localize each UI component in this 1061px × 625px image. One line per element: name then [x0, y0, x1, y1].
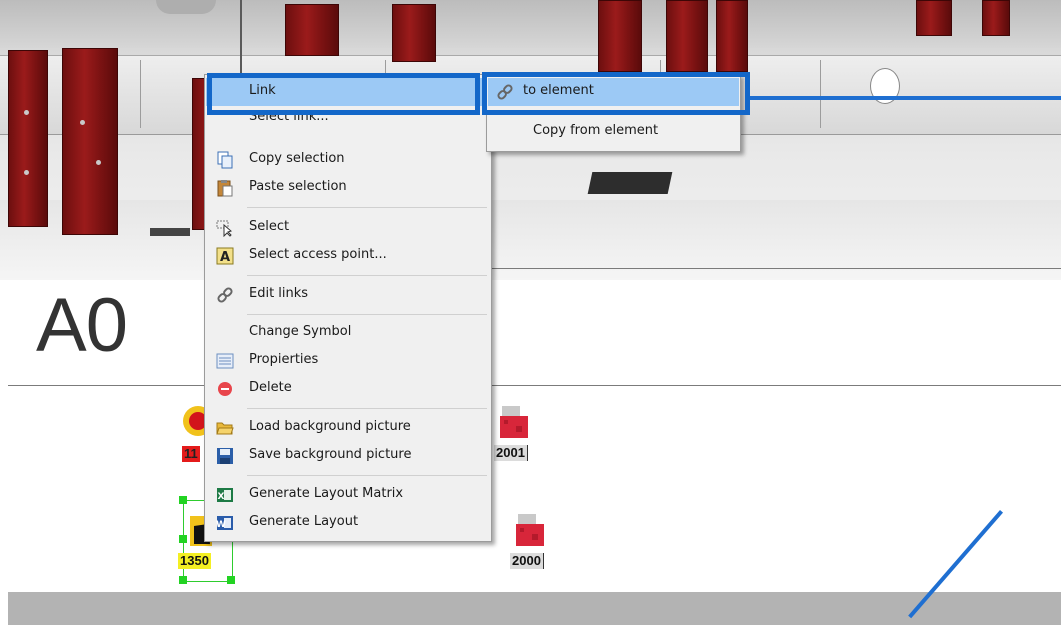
red-module	[716, 0, 748, 72]
menu-item-select[interactable]: Select	[206, 214, 490, 242]
context-menu: Link Select link... Copy selection Paste…	[204, 74, 492, 542]
folder-open-icon	[216, 419, 234, 437]
red-module	[598, 0, 642, 72]
menu-item-save-background[interactable]: Save background picture	[206, 442, 490, 470]
menu-separator	[247, 475, 487, 476]
annotation-line	[745, 96, 1061, 100]
menu-item-paste-selection[interactable]: Paste selection	[206, 174, 490, 202]
menu-item-select-access-point[interactable]: A Select access point...	[206, 242, 490, 270]
svg-text:A: A	[220, 250, 230, 265]
access-point-icon: A	[216, 247, 234, 265]
menu-item-label: Delete	[249, 380, 292, 395]
panel-seam	[140, 60, 141, 128]
menu-item-edit-links[interactable]: Edit links	[206, 281, 490, 309]
bolt	[24, 110, 29, 115]
divider-line	[8, 385, 1061, 386]
bolt	[80, 120, 85, 125]
word-icon: W	[216, 514, 234, 532]
delete-icon	[216, 380, 234, 398]
save-icon	[216, 447, 234, 465]
machine-foot	[587, 172, 673, 194]
link-chain-icon	[216, 286, 234, 304]
bolt	[96, 160, 101, 165]
red-module	[8, 50, 48, 227]
menu-item-change-symbol[interactable]: Change Symbol	[206, 319, 490, 347]
panel-seam	[820, 60, 821, 128]
menu-item-properties[interactable]: Propierties	[206, 347, 490, 375]
menu-item-label: Generate Layout	[249, 514, 359, 529]
device-tag: 11	[182, 446, 200, 462]
menu-item-label: Copy from element	[533, 123, 659, 138]
menu-separator	[247, 314, 487, 315]
submenu-item-copy-from-element[interactable]: Copy from element	[488, 118, 739, 146]
device-tag: 1350	[178, 553, 211, 569]
annotation-box	[482, 72, 750, 115]
red-module	[666, 0, 708, 72]
excel-icon: X	[216, 486, 234, 504]
menu-item-label: Change Symbol	[249, 324, 352, 339]
resize-handle[interactable]	[179, 576, 187, 584]
area-label: A0	[36, 283, 128, 368]
menu-item-label: Save background picture	[249, 447, 412, 462]
properties-icon	[216, 352, 234, 370]
light-fixture	[156, 0, 216, 14]
resize-handle[interactable]	[179, 535, 187, 543]
menu-item-label: Paste selection	[249, 179, 347, 194]
red-module	[982, 0, 1010, 36]
menu-item-copy-selection[interactable]: Copy selection	[206, 146, 490, 174]
menu-separator	[247, 408, 487, 409]
machine-foot	[150, 228, 190, 236]
red-module	[392, 4, 436, 62]
paste-icon	[216, 179, 234, 197]
contactor-icon[interactable]	[514, 512, 548, 546]
menu-item-label: Edit links	[249, 286, 309, 301]
resize-handle[interactable]	[179, 496, 187, 504]
status-bar	[8, 592, 1061, 625]
menu-separator	[247, 207, 487, 208]
device-tag: 2000	[510, 553, 544, 569]
menu-item-label: Select access point...	[249, 247, 387, 262]
resize-handle[interactable]	[227, 576, 235, 584]
svg-text:X: X	[218, 492, 225, 502]
menu-item-label: Load background picture	[249, 419, 411, 434]
menu-item-label: Select	[249, 219, 290, 234]
menu-item-delete[interactable]: Delete	[206, 375, 490, 403]
svg-text:W: W	[216, 520, 226, 530]
bolt	[24, 170, 29, 175]
menu-item-label: Generate Layout Matrix	[249, 486, 404, 501]
divider-line	[484, 268, 1061, 269]
contactor-icon[interactable]	[498, 404, 532, 438]
menu-item-generate-layout-matrix[interactable]: X Generate Layout Matrix	[206, 481, 490, 509]
menu-item-label: Copy selection	[249, 151, 345, 166]
menu-item-generate-layout[interactable]: W Generate Layout	[206, 509, 490, 537]
menu-item-label: Propierties	[249, 352, 319, 367]
red-module	[62, 48, 118, 235]
menu-separator	[247, 275, 487, 276]
device-tag: 2001	[494, 445, 528, 461]
red-module	[285, 4, 339, 56]
red-module	[916, 0, 952, 36]
copy-icon	[216, 151, 234, 169]
annotation-box	[207, 73, 480, 115]
menu-item-load-background[interactable]: Load background picture	[206, 414, 490, 442]
select-icon	[216, 219, 234, 238]
